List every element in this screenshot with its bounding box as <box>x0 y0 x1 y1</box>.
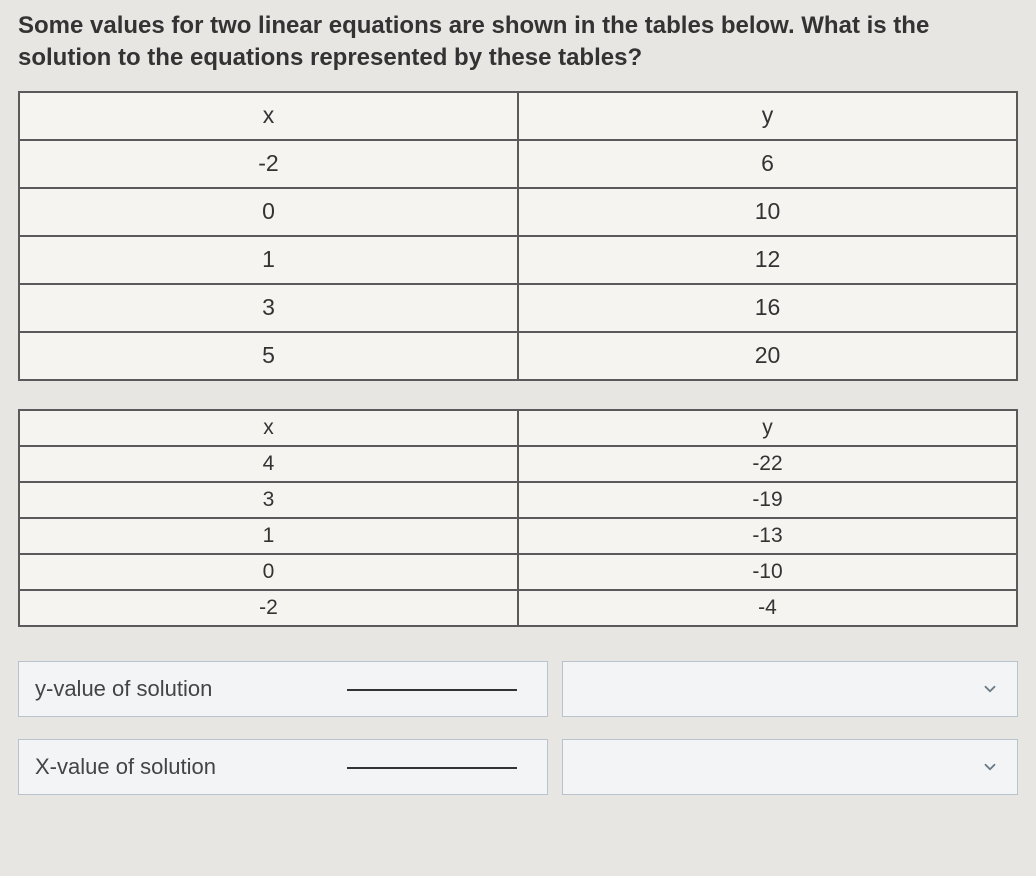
cell: 20 <box>518 332 1017 380</box>
cell: -2 <box>19 590 518 626</box>
answer-row-x: X-value of solution <box>18 739 1018 795</box>
cell: -10 <box>518 554 1017 590</box>
cell: 1 <box>19 518 518 554</box>
table-row: 0 -10 <box>19 554 1017 590</box>
table-2: x y 4 -22 3 -19 1 -13 0 -10 -2 -4 <box>18 409 1018 627</box>
table-row: 3 16 <box>19 284 1017 332</box>
cell: 1 <box>19 236 518 284</box>
chevron-down-icon <box>981 758 999 776</box>
blank-line <box>347 767 517 769</box>
table-row: x y <box>19 410 1017 446</box>
table-1: x y -2 6 0 10 1 12 3 16 5 20 <box>18 91 1018 381</box>
cell: 5 <box>19 332 518 380</box>
table-row: -2 -4 <box>19 590 1017 626</box>
table-row: x y <box>19 92 1017 140</box>
cell: -22 <box>518 446 1017 482</box>
cell: -2 <box>19 140 518 188</box>
cell: 6 <box>518 140 1017 188</box>
table-row: 4 -22 <box>19 446 1017 482</box>
cell: 3 <box>19 284 518 332</box>
table-header-y: y <box>518 92 1017 140</box>
table-header-y: y <box>518 410 1017 446</box>
cell: -4 <box>518 590 1017 626</box>
table-header-x: x <box>19 410 518 446</box>
table-header-x: x <box>19 92 518 140</box>
cell: 4 <box>19 446 518 482</box>
chevron-down-icon <box>981 680 999 698</box>
y-value-select[interactable] <box>562 661 1018 717</box>
table-row: 0 10 <box>19 188 1017 236</box>
cell: 0 <box>19 554 518 590</box>
question-text: Some values for two linear equations are… <box>18 10 1018 75</box>
y-value-label: y-value of solution <box>35 676 212 702</box>
cell: -13 <box>518 518 1017 554</box>
cell: 10 <box>518 188 1017 236</box>
x-value-label-box[interactable]: X-value of solution <box>18 739 548 795</box>
cell: 16 <box>518 284 1017 332</box>
cell: 3 <box>19 482 518 518</box>
blank-line <box>347 689 517 691</box>
answer-row-y: y-value of solution <box>18 661 1018 717</box>
table-row: -2 6 <box>19 140 1017 188</box>
cell: -19 <box>518 482 1017 518</box>
x-value-label: X-value of solution <box>35 754 216 780</box>
table-row: 3 -19 <box>19 482 1017 518</box>
cell: 12 <box>518 236 1017 284</box>
cell: 0 <box>19 188 518 236</box>
table-row: 1 -13 <box>19 518 1017 554</box>
x-value-select[interactable] <box>562 739 1018 795</box>
table-row: 5 20 <box>19 332 1017 380</box>
y-value-label-box[interactable]: y-value of solution <box>18 661 548 717</box>
table-row: 1 12 <box>19 236 1017 284</box>
